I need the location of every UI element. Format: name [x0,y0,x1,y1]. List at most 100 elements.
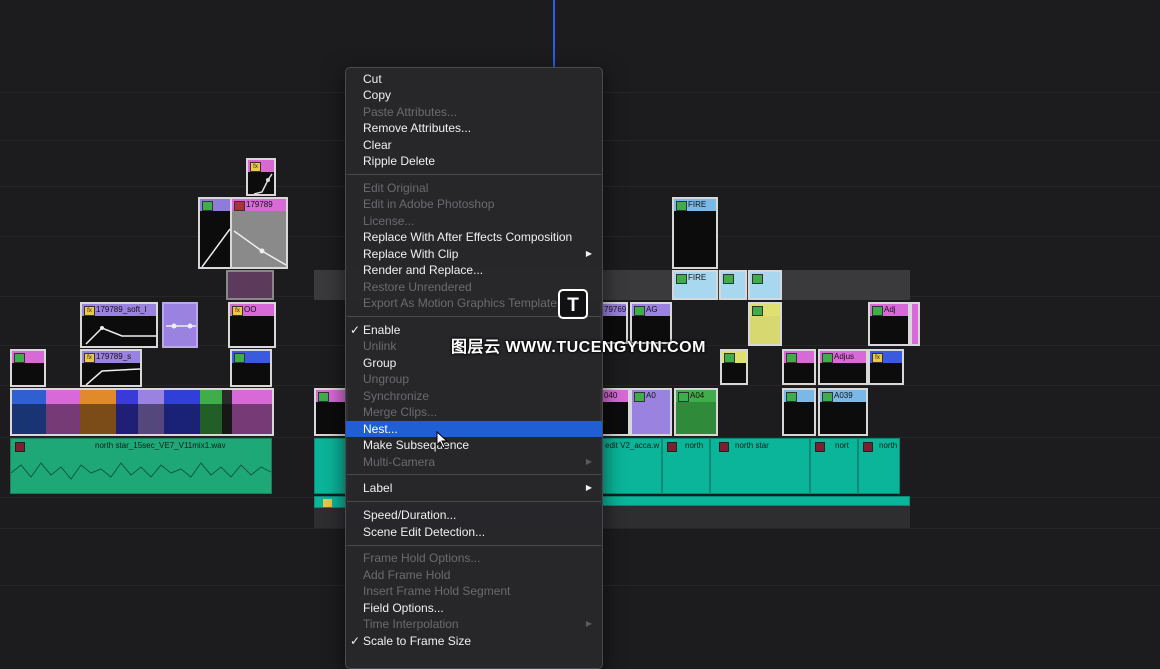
mouse-cursor-icon [436,431,449,449]
submenu-arrow-icon: ▶ [585,619,592,628]
menu-item-replace-with-ae-comp[interactable]: Replace With After Effects Composition [346,229,602,245]
video-clip[interactable]: fx 179789_soft_l [80,302,158,348]
video-clip[interactable] [748,270,782,300]
menu-item-scene-edit-detection[interactable]: Scene Edit Detection... [346,524,602,540]
fx-icon [634,392,645,402]
fx-icon [822,353,833,363]
menu-item-label: Export As Motion Graphics Template [363,296,557,310]
audio-clip[interactable]: north [858,438,900,494]
video-clip[interactable]: FIRE [672,270,718,300]
audio-clip[interactable]: north star [710,438,810,494]
video-clip[interactable] [10,349,46,387]
video-clip[interactable] [226,270,274,300]
menu-item-label: Replace With Clip [363,247,459,261]
menu-item-paste-attributes: Paste Attributes... [346,104,602,120]
clip-label: nort [835,441,849,450]
clip-label: FIRE [688,273,707,282]
fx-icon [724,353,735,363]
menu-item-label: Render and Replace... [363,263,484,277]
playhead[interactable] [553,0,555,68]
video-clip[interactable]: FIRE [672,197,718,269]
menu-item-make-subsequence[interactable]: Make Subsequence [346,437,602,453]
menu-item-time-interpolation: Time Interpolation ▶ [346,616,602,632]
audio-fx-icon [815,442,825,452]
video-clip[interactable]: fx 179789_s [80,349,142,387]
menu-item-replace-with-clip[interactable]: Replace With Clip ▶ [346,246,602,262]
video-clip[interactable]: 179789 [230,197,288,269]
menu-item-frame-hold-options: Frame Hold Options... [346,550,602,566]
video-clip[interactable] [314,388,348,436]
menu-item-label: Paste Attributes... [363,105,458,119]
fx-icon [14,353,25,363]
video-clip[interactable]: Adj [868,302,910,346]
video-clip[interactable] [782,349,816,385]
menu-item-label: Scale to Frame Size [363,634,472,648]
menu-item-insert-frame-hold-segment: Insert Frame Hold Segment [346,583,602,599]
clip-label: edit V2_acca.w [605,441,660,450]
audio-clip[interactable] [600,496,910,506]
menu-item-clear[interactable]: Clear [346,137,602,153]
video-clip[interactable]: Adjus [818,349,868,385]
fx-icon [634,306,645,316]
clip-label: A039 [834,391,853,400]
audio-clip[interactable]: edit V2_acca.w [600,438,662,494]
fx-icon [234,353,245,363]
audio-clip[interactable]: north star_15sec_VE7_V11mix1.wav [10,438,272,494]
menu-item-synchronize: Synchronize [346,388,602,404]
menu-item-label: License... [363,214,415,228]
fx-icon: fx [84,306,95,316]
audio-clip[interactable]: north [662,438,710,494]
video-clip[interactable] [198,197,232,269]
menu-item-label: Add Frame Hold [363,568,451,582]
video-clip[interactable]: A0 [630,388,672,436]
video-clip[interactable]: fx [246,158,276,196]
audio-clip[interactable] [314,496,348,508]
keyframe-graph [85,368,140,385]
menu-item-copy[interactable]: Copy [346,87,602,103]
clip-label: OO [244,305,257,314]
menu-item-label-submenu[interactable]: Label ▶ [346,480,602,496]
menu-item-label: Enable [363,323,401,337]
menu-item-render-and-replace[interactable]: Render and Replace... [346,262,602,278]
submenu-arrow-icon: ▶ [585,483,592,492]
video-clip[interactable] [720,349,748,385]
clip-label: 179789_s [96,352,132,361]
menu-item-label: Multi-Camera [363,455,436,469]
clip-label: north star [735,441,769,450]
fx-icon [676,274,687,284]
video-clip[interactable]: A039 [818,388,868,436]
fx-icon [786,392,797,402]
video-clip[interactable]: 040 [600,388,630,436]
fx-icon [676,201,687,211]
video-clip[interactable] [719,270,747,300]
audio-clip[interactable]: nort [810,438,858,494]
menu-item-field-options[interactable]: Field Options... [346,600,602,616]
waveform [11,462,271,480]
menu-item-scale-to-frame-size[interactable]: ✓ Scale to Frame Size [346,633,602,649]
menu-item-cut[interactable]: Cut [346,71,602,87]
fx-icon [822,392,833,402]
video-clip-strip[interactable] [10,388,274,436]
keyframe-graph [232,211,286,267]
video-clip[interactable] [910,302,920,346]
menu-item-speed-duration[interactable]: Speed/Duration... [346,507,602,523]
fx-icon: fx [250,162,261,172]
menu-item-multi-camera: Multi-Camera ▶ [346,454,602,470]
menu-item-label: Label [363,481,393,495]
video-clip[interactable] [162,302,198,348]
clip-label: 179789_soft_l [96,305,147,314]
video-clip[interactable]: A04 [674,388,718,436]
video-clip[interactable] [782,388,816,436]
video-clip[interactable]: fx OO [228,302,276,348]
video-clip[interactable] [748,302,782,346]
audio-clip[interactable] [314,438,348,494]
menu-item-add-frame-hold: Add Frame Hold [346,567,602,583]
menu-item-nest[interactable]: Nest... [346,421,602,437]
menu-item-label: Clear [363,138,392,152]
menu-item-group[interactable]: Group [346,355,602,371]
video-clip[interactable]: fx [868,349,904,385]
menu-item-remove-attributes[interactable]: Remove Attributes... [346,120,602,136]
video-clip[interactable] [230,349,272,387]
menu-item-ripple-delete[interactable]: Ripple Delete [346,153,602,169]
menu-item-label: Time Interpolation [363,617,459,631]
